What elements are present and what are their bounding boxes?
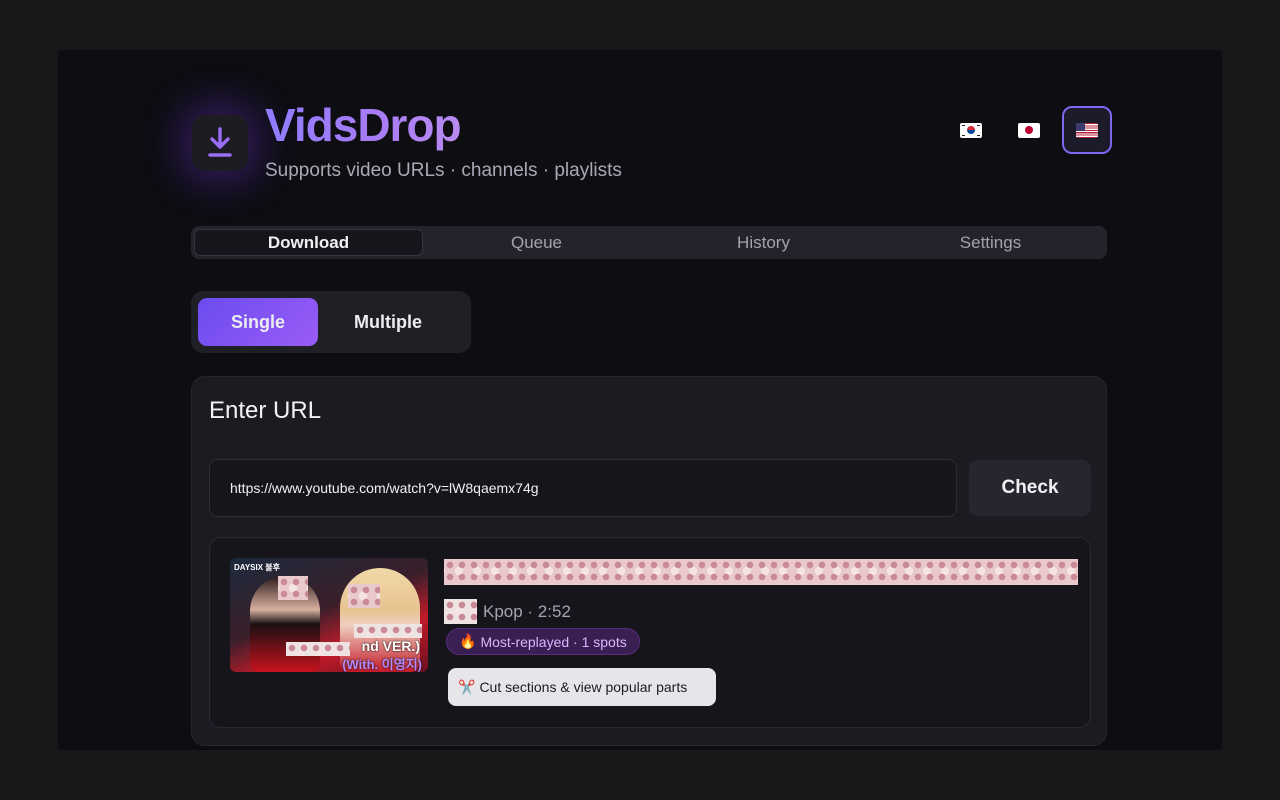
us-flag-icon xyxy=(1076,122,1098,138)
url-input[interactable] xyxy=(209,459,957,517)
video-meta-text: Kpop · 2:52 xyxy=(483,601,571,621)
app-window: VidsDrop Supports video URLs · channels … xyxy=(58,50,1222,750)
video-meta: Kpop · 2:52 xyxy=(444,599,571,624)
app-title: VidsDrop xyxy=(265,99,462,151)
thumbnail-blur-2 xyxy=(348,584,380,608)
language-korean-button[interactable] xyxy=(946,106,996,154)
single-mode-button[interactable]: Single xyxy=(198,298,318,346)
badge-text: Most-replayed · 1 spots xyxy=(480,633,627,650)
download-icon xyxy=(208,127,232,157)
multiple-mode-button[interactable]: Multiple xyxy=(318,298,458,346)
cut-sections-button[interactable]: ✂️ Cut sections & view popular parts xyxy=(448,668,716,706)
thumbnail-blur-4 xyxy=(286,642,350,656)
thumbnail-caption-1: nd VER.) xyxy=(361,638,420,654)
mode-switch: Single Multiple xyxy=(191,291,471,353)
thumbnail-blur-1 xyxy=(278,576,308,600)
tab-queue[interactable]: Queue xyxy=(423,229,650,256)
app-subtitle: Supports video URLs · channels · playlis… xyxy=(265,160,622,181)
cut-sections-label: Cut sections & view popular parts xyxy=(479,679,688,695)
video-result: DAYSIX 불후 nd VER.) (With. 이영지) Kpop · 2:… xyxy=(209,537,1091,728)
app-logo xyxy=(192,115,248,171)
language-english-button[interactable] xyxy=(1062,106,1112,154)
check-button[interactable]: Check xyxy=(969,460,1091,516)
language-switcher xyxy=(946,106,1112,154)
channel-avatar-redacted xyxy=(444,599,477,624)
video-title-redacted xyxy=(444,559,1078,585)
tab-history[interactable]: History xyxy=(650,229,877,256)
most-replayed-badge: 🔥 Most-replayed · 1 spots xyxy=(446,628,640,655)
video-thumbnail[interactable]: DAYSIX 불후 nd VER.) (With. 이영지) xyxy=(230,558,428,672)
thumbnail-blur-3 xyxy=(354,624,422,638)
url-card: Enter URL Check DAYSIX 불후 nd VER.) (With… xyxy=(191,376,1107,746)
language-japanese-button[interactable] xyxy=(1004,106,1054,154)
japan-flag-icon xyxy=(1018,122,1040,138)
korea-flag-icon xyxy=(960,122,982,138)
tab-settings[interactable]: Settings xyxy=(877,229,1104,256)
thumbnail-top-text: DAYSIX 불후 xyxy=(234,563,280,572)
scissors-icon: ✂️ xyxy=(458,678,476,695)
fire-icon: 🔥 xyxy=(459,633,477,649)
main-tabs: Download Queue History Settings xyxy=(191,226,1107,259)
tab-download[interactable]: Download xyxy=(194,229,423,256)
thumbnail-caption-2: (With. 이영지) xyxy=(342,657,422,672)
url-card-title: Enter URL xyxy=(209,397,322,424)
